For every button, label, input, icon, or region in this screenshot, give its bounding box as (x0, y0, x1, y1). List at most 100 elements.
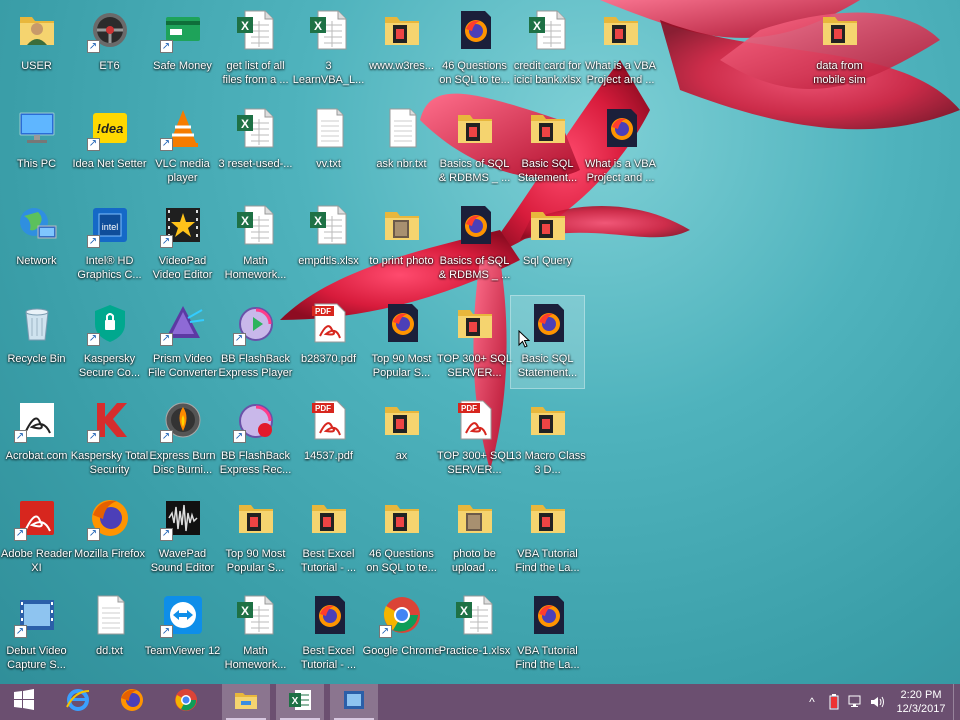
folder-icon (525, 202, 571, 248)
desktop-icon-label: WavePad Sound Editor (150, 547, 215, 574)
desktop-icon-label: Kaspersky Total Security (70, 450, 149, 476)
show-desktop-button[interactable] (953, 684, 960, 720)
desktop-icon[interactable]: ↗ TeamViewer 12 (144, 588, 221, 680)
battery-icon[interactable] (823, 684, 845, 720)
folder-icon (525, 105, 571, 151)
desktop-icon-label: Practice-1.xlsx (438, 645, 511, 657)
desktop-icon[interactable]: 46 Questions on SQL to te... (365, 491, 438, 583)
desktop-icon[interactable]: Best Excel Tutorial - ... (292, 491, 365, 583)
desktop-icon-label: Best Excel Tutorial - ... (300, 547, 357, 574)
desktop-icon[interactable]: Basic SQL Statement... (511, 101, 584, 193)
taskbar-explorer[interactable] (222, 684, 270, 720)
desktop-icon[interactable]: ax (365, 393, 438, 485)
desktop-icon[interactable]: ↗ Mozilla Firefox (73, 491, 146, 583)
desktop-icon[interactable]: photo be upload ... (438, 491, 511, 583)
desktop-icon[interactable]: Recycle Bin (0, 296, 73, 388)
vlc-icon: ↗ (159, 105, 206, 151)
desktop-icon[interactable]: VBA Tutorial Find the La... (511, 588, 584, 680)
desktop-icon[interactable]: ask nbr.txt (365, 101, 438, 193)
desktop-icon-label: Acrobat.com (5, 450, 68, 462)
desktop-icon-label: TOP 300+ SQL SERVER... (436, 352, 513, 379)
pc-icon (14, 105, 60, 151)
desktop-icon[interactable]: Sql Query (511, 198, 584, 290)
desktop-icon[interactable]: intel ↗ Intel® HD Graphics C... (73, 198, 146, 290)
folder-icon (452, 105, 498, 151)
desktop-icon[interactable]: to print photo (365, 198, 438, 290)
desktop-icon[interactable]: vv.txt (292, 101, 365, 193)
desktop-icon[interactable]: ↗ WavePad Sound Editor (146, 491, 219, 583)
et6-icon: ↗ (86, 7, 133, 53)
shortcut-arrow-icon: ↗ (232, 332, 246, 346)
desktop-icon-label: to print photo (369, 255, 434, 267)
svg-text:PDF: PDF (461, 404, 477, 413)
desktop-icon[interactable]: ↗ Kaspersky Total Security (70, 393, 149, 485)
desktop-icon-label: VBA Tutorial Find the La... (515, 645, 580, 671)
volume-icon[interactable] (867, 684, 889, 720)
desktop[interactable]: USER This PC Network Recycle Bin ↗ Acrobat.co… (0, 0, 960, 684)
desktop-icon[interactable]: ↗ VLC media player (146, 101, 219, 193)
firefox-doc-icon (306, 592, 352, 638)
desktop-icon[interactable]: Basics of SQL & RDBMS _ ... (438, 101, 511, 193)
desktop-icon[interactable]: ↗ ET6 (73, 3, 146, 95)
desktop-icon[interactable]: data from mobile sim (803, 3, 876, 95)
desktop-icon[interactable]: ↗ Adobe Reader XI (0, 491, 73, 583)
desktop-icon[interactable]: ↗ Google Chrome (363, 588, 440, 680)
desktop-icon[interactable]: VBA Tutorial Find the La... (511, 491, 584, 583)
desktop-icon[interactable]: 13 Macro Class 3 D... (509, 393, 586, 485)
desktop-icon[interactable]: X 3 reset-used-... (219, 101, 292, 193)
desktop-icon[interactable]: USER (0, 3, 73, 95)
desktop-icon[interactable]: What is a VBA Project and ... (584, 3, 657, 95)
txt-icon (306, 105, 352, 151)
desktop-icon[interactable]: www.w3res... (365, 3, 438, 95)
desktop-icon[interactable]: Xcredit card for icici bank.xlsx (511, 3, 584, 95)
desktop-icon[interactable]: ↗ Safe Money (146, 3, 219, 95)
desktop-icon[interactable]: This PC (0, 101, 73, 193)
desktop-icon-label: Recycle Bin (7, 352, 66, 365)
desktop-icon[interactable]: What is a VBA Project and ... (584, 101, 657, 193)
desktop-icon[interactable]: Top 90 Most Popular S... (219, 491, 292, 583)
desktop-icon[interactable]: Basics of SQL & RDBMS _ ... (438, 198, 511, 290)
desktop-icon[interactable]: X Math Homework... (219, 198, 292, 290)
clock[interactable]: 2:20 PM 12/3/2017 (889, 688, 953, 716)
desktop-icon[interactable]: ↗ Kaspersky Secure Co... (73, 296, 146, 388)
desktop-icon[interactable]: Network (0, 198, 73, 290)
desktop-icon[interactable]: PDF TOP 300+ SQL SERVER... (437, 393, 512, 485)
folder-icon (306, 495, 352, 541)
desktop-icon[interactable]: 46 Questions on SQL to te... (438, 3, 511, 95)
desktop-icon-label: photo be upload ... (451, 547, 498, 574)
intel-icon: intel ↗ (86, 202, 133, 248)
start-button[interactable] (0, 684, 48, 720)
taskbar-debut[interactable] (330, 684, 378, 720)
desktop-icon[interactable]: ↗ Prism Video File Converter (146, 296, 219, 388)
desktop-icon[interactable]: PDF 14537.pdf (292, 393, 365, 485)
desktop-icon[interactable]: X 3 LearnVBA_L... (292, 3, 365, 95)
desktop-icon-label: Network (16, 255, 57, 267)
desktop-icon[interactable]: ↗ VideoPad Video Editor (146, 198, 219, 290)
desktop-icon[interactable]: ↗ Acrobat.com (0, 393, 73, 485)
network-icon[interactable] (845, 684, 867, 720)
taskbar-ie[interactable] (54, 684, 102, 720)
desktop-icon-label: TeamViewer 12 (144, 645, 221, 657)
desktop-icon[interactable]: Top 90 Most Popular S... (365, 296, 438, 388)
shortcut-arrow-icon: ↗ (159, 527, 173, 541)
desktop-icon[interactable]: PDF b28370.pdf (292, 296, 365, 388)
taskbar-chrome[interactable] (162, 684, 210, 720)
desktop-icon[interactable]: X Math Homework... (219, 588, 292, 680)
desktop-icon[interactable]: Xget list of all files from a ... (219, 3, 292, 95)
desktop-icon[interactable]: Best Excel Tutorial - ... (292, 588, 365, 680)
desktop-icon[interactable]: ↗ BB FlashBack Express Player (219, 296, 292, 388)
desktop-icon[interactable]: ↗ BB FlashBack Express Rec... (219, 393, 292, 485)
desktop-icon[interactable]: ↗ Debut Video Capture S... (0, 588, 73, 680)
taskbar-firefox[interactable] (108, 684, 156, 720)
chevron-up-icon[interactable]: ^ (801, 684, 823, 720)
desktop-icon-label: Adobe Reader XI (1, 547, 72, 574)
desktop-icon-label: Math Homework... (224, 255, 287, 281)
desktop-icon[interactable]: dd.txt (73, 588, 146, 680)
desktop-icon-label: Debut Video Capture S... (6, 645, 67, 671)
desktop-icon[interactable]: X Practice-1.xlsx (438, 588, 511, 680)
desktop-icon[interactable]: TOP 300+ SQL SERVER... (436, 296, 513, 388)
desktop-icon[interactable]: !dea ↗ Idea Net Setter (73, 101, 147, 193)
desktop-icon[interactable]: Xempdtls.xlsx (292, 198, 365, 290)
taskbar-excel[interactable]: X (276, 684, 324, 720)
desktop-icon[interactable]: ↗ Express Burn Disc Burni... (146, 393, 219, 485)
